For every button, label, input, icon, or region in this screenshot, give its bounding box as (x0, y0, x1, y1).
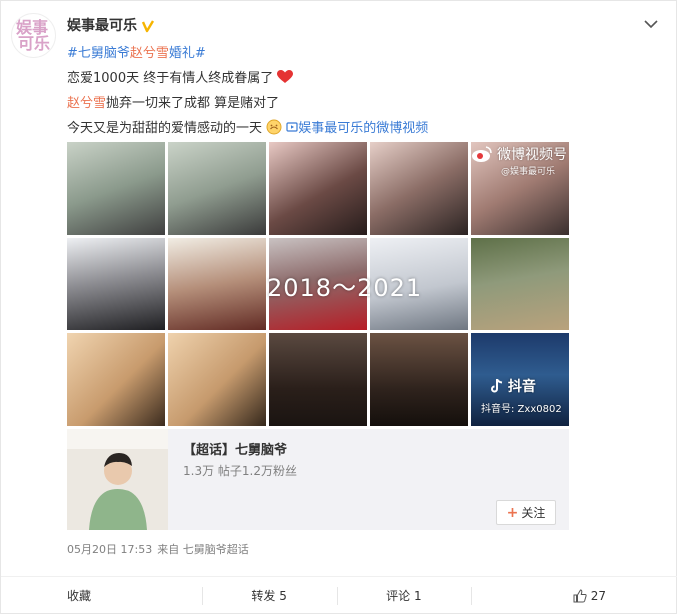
like-count: 27 (590, 588, 606, 603)
thumb-12 (168, 333, 266, 426)
heart-icon (277, 70, 294, 86)
follow-button[interactable]: + 关注 (496, 500, 556, 525)
verified-badge-icon (141, 18, 155, 33)
action-bar: 收藏 转发 5 评论 1 27 (1, 576, 677, 614)
chevron-down-icon[interactable] (642, 15, 660, 33)
weibo-post-card: 娱事 可乐 娱事最可乐 #七舅脑爷赵兮雪婚礼# 恋爱1000天 终于有情人终成眷… (0, 0, 677, 614)
video-link[interactable]: 娱事最可乐的微博视频 (286, 121, 428, 136)
comment-label: 评论 1 (386, 589, 422, 603)
topic-link[interactable]: #七舅脑爷 (67, 46, 130, 61)
topic-thumbnail (67, 429, 168, 530)
thumb-14 (370, 333, 468, 426)
mention-link[interactable]: 赵兮雪 (130, 46, 169, 61)
comment-button[interactable]: 评论 1 (336, 577, 472, 614)
content-line-3: 赵兮雪抛弃一切来了成都 算是赌对了 (67, 91, 657, 116)
post-meta: 05月20日 17:53 来自 七舅脑爷超话 (67, 541, 249, 557)
super-topic-card[interactable]: 【超话】七舅脑爷 1.3万 帖子1.2万粉丝 + 关注 (67, 429, 569, 530)
follow-label: 关注 (521, 506, 546, 520)
thumb-13 (269, 333, 367, 426)
video-thumbnail-grid[interactable]: 2018～2021 微博视频号 @娱事最可乐 抖音 抖音号: Zxx0802 (67, 142, 569, 426)
weibo-video-watermark-sub: @娱事最可乐 (501, 167, 556, 177)
username[interactable]: 娱事最可乐 (67, 15, 137, 35)
post-source[interactable]: 来自 七舅脑爷超话 (157, 543, 249, 556)
content-text: 今天又是为甜甜的爱情感动的一天 (67, 121, 263, 136)
like-button[interactable]: 27 (471, 577, 677, 614)
topic-title[interactable]: 【超话】七舅脑爷 (183, 439, 287, 458)
douyin-icon (491, 378, 503, 393)
weibo-video-watermark-text: 微博视频号 (497, 147, 567, 163)
post-time[interactable]: 05月20日 17:53 (67, 543, 152, 556)
weibo-eye-icon (472, 146, 492, 162)
douyin-id-watermark: 抖音号: Zxx0802 (481, 404, 562, 415)
favorite-button[interactable]: 收藏 (1, 577, 202, 614)
thumb-6 (67, 237, 165, 331)
topic-stats: 1.3万 帖子1.2万粉丝 (183, 464, 297, 478)
thumb-3 (269, 142, 367, 235)
post-content: #七舅脑爷赵兮雪婚礼# 恋爱1000天 终于有情人终成眷属了 赵兮雪抛弃一切来了… (67, 41, 657, 141)
thumb-1 (67, 142, 165, 235)
content-line-1: #七舅脑爷赵兮雪婚礼# (67, 41, 657, 66)
post-header: 娱事最可乐 (67, 15, 155, 35)
emoji-icon (266, 119, 286, 136)
repost-button[interactable]: 转发 5 (201, 577, 337, 614)
thumb-11 (67, 333, 165, 426)
year-overlay-text: 2018～2021 (267, 274, 423, 302)
thumb-2 (168, 142, 266, 235)
content-line-2: 恋爱1000天 终于有情人终成眷属了 (67, 66, 657, 91)
thumb-10 (471, 237, 569, 331)
thumb-4 (370, 142, 468, 235)
content-text: 抛弃一切来了成都 算是赌对了 (106, 96, 280, 111)
thumb-7 (168, 237, 266, 331)
mention-link[interactable]: 赵兮雪 (67, 96, 106, 111)
avatar-text-bottom: 可乐 (18, 34, 51, 53)
video-icon (286, 122, 298, 132)
plus-icon: + (506, 504, 519, 521)
topic-link-end[interactable]: 婚礼# (169, 46, 206, 61)
douyin-watermark-text: 抖音 (507, 379, 536, 395)
favorite-label: 收藏 (67, 589, 92, 603)
content-text: 恋爱1000天 终于有情人终成眷属了 (67, 71, 274, 86)
douyin-watermark: 抖音 (491, 376, 536, 396)
weibo-video-watermark: 微博视频号 @娱事最可乐 (471, 144, 567, 177)
thumb-up-icon (573, 588, 587, 602)
content-line-4: 今天又是为甜甜的爱情感动的一天 娱事最可乐的微博视频 (67, 116, 657, 141)
video-link-label: 娱事最可乐的微博视频 (298, 121, 429, 136)
avatar[interactable]: 娱事 可乐 (11, 13, 56, 58)
repost-label: 转发 5 (251, 589, 287, 603)
